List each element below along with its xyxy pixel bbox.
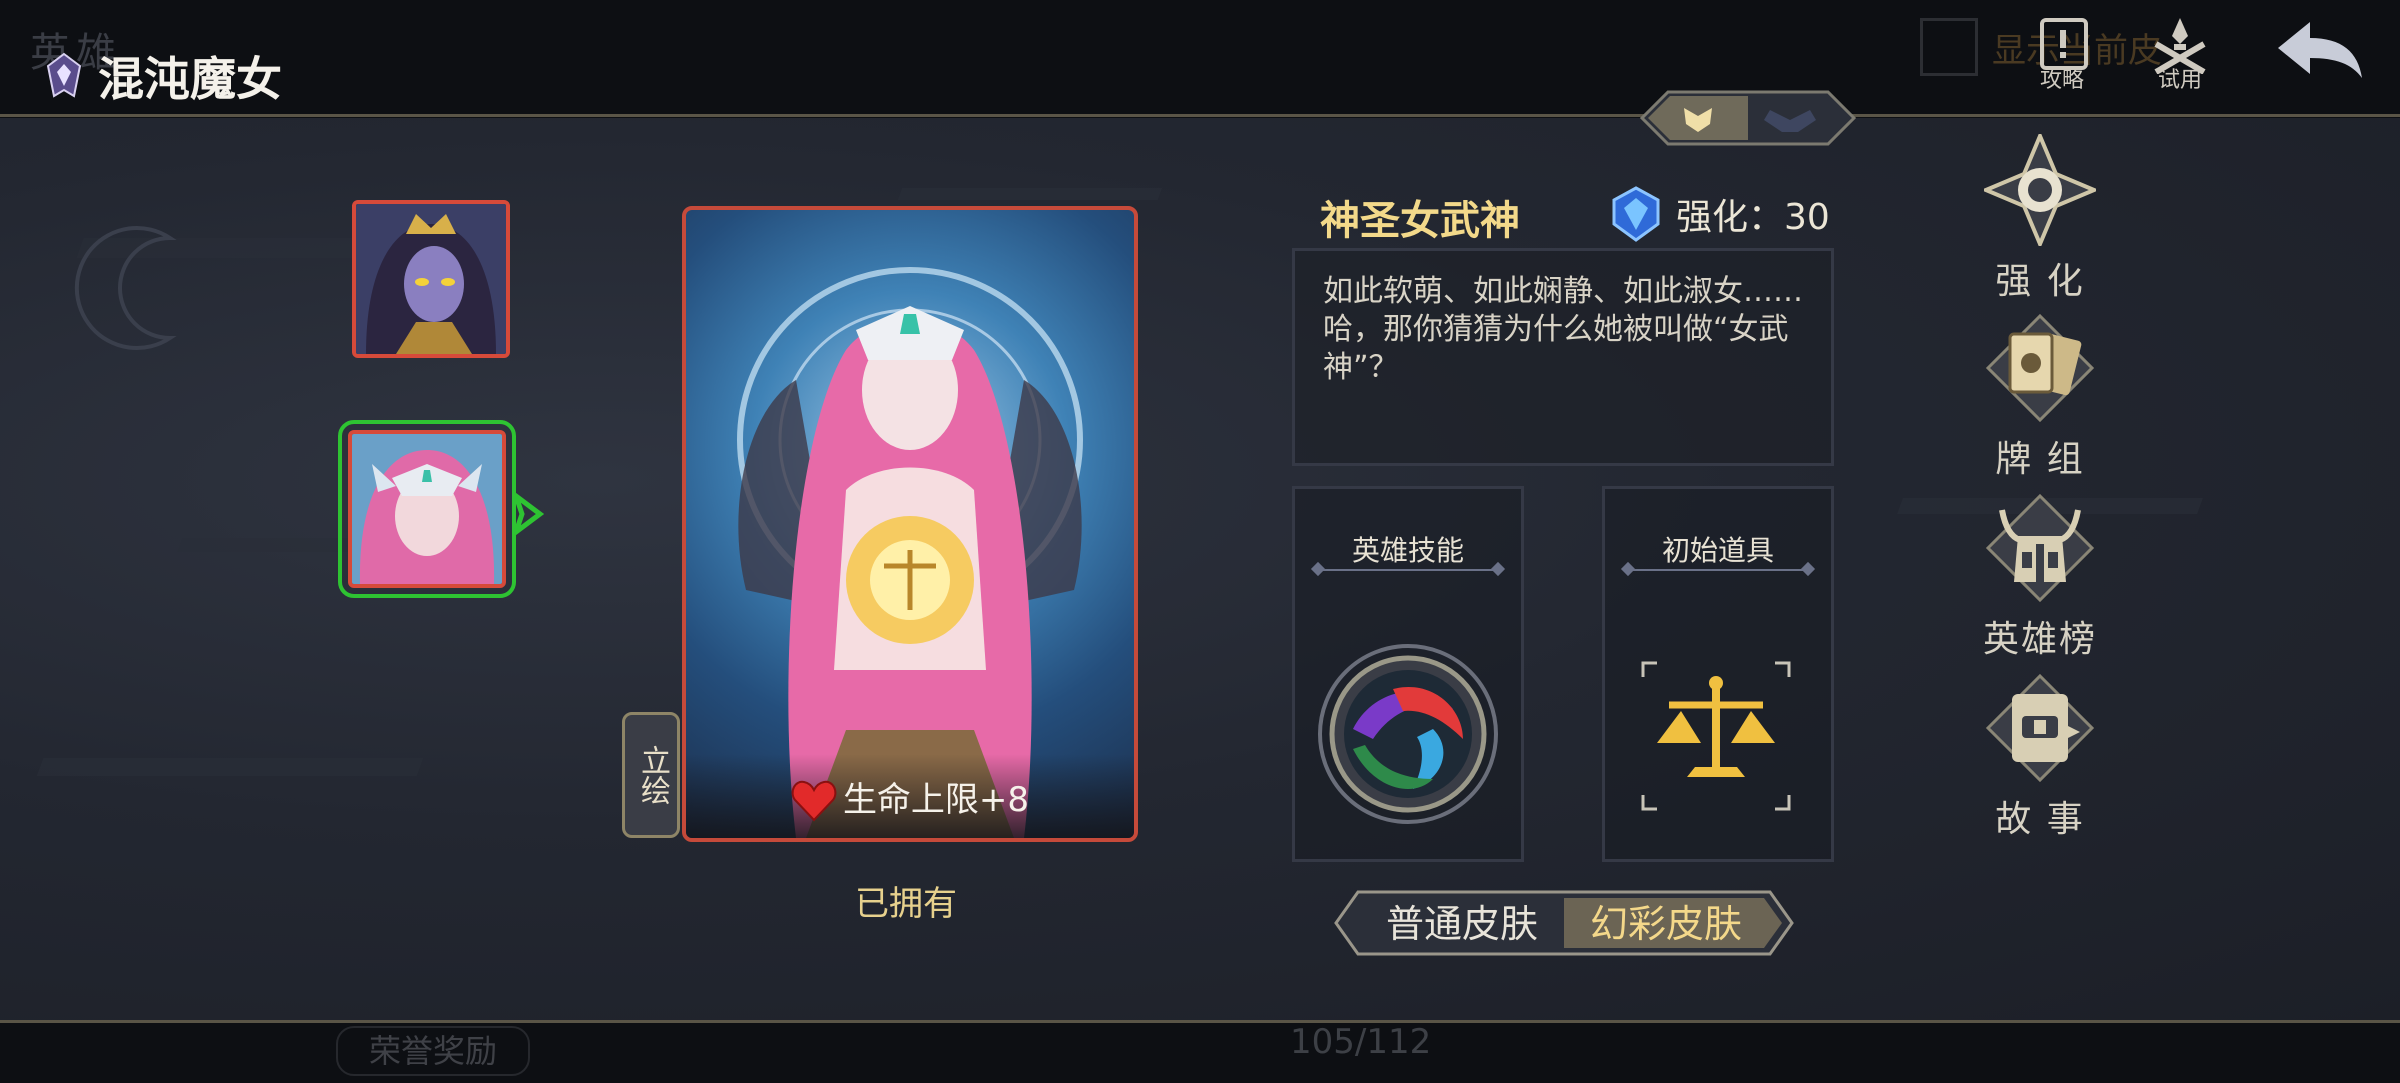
skill-orb-icon <box>1318 644 1498 824</box>
menu-story-label: 故 事 <box>1995 799 2085 840</box>
page-counter: 105/112 <box>1290 1022 1432 1062</box>
heart-icon <box>791 780 837 822</box>
normal-skin-tab[interactable]: 普通皮肤 <box>1378 898 1546 950</box>
hero-name: 混沌魔女 <box>98 52 282 106</box>
skin-description: 如此软萌、如此娴静、如此淑女……哈，那你猜猜为什么她被叫做“女武神”？ <box>1323 274 1803 385</box>
skin-card: 生命上限+8 <box>682 206 1138 842</box>
hero-title: 混沌魔女 <box>44 48 282 106</box>
view-mode-toggle[interactable] <box>1640 90 1856 146</box>
portrait-art <box>356 204 506 354</box>
strategy-button[interactable]: 攻略 <box>2012 14 2112 94</box>
hero-skill-title: 英雄技能 <box>1351 534 1464 567</box>
trial-button[interactable]: 试用 <box>2130 14 2230 94</box>
view-art-button[interactable]: 立绘 <box>622 712 680 838</box>
filter-checkbox[interactable] <box>1920 18 1978 76</box>
trial-label: 试用 <box>2157 68 2202 93</box>
scales-icon <box>1641 661 1791 811</box>
hero-portrait-valkyrie-selected[interactable] <box>338 420 516 598</box>
honor-reward-button[interactable]: 荣誉奖励 <box>336 1026 530 1076</box>
selected-indicator-arrow <box>512 492 544 536</box>
back-arrow-icon[interactable] <box>2270 14 2370 84</box>
skin-description-box: 如此软萌、如此娴静、如此淑女……哈，那你猜猜为什么她被叫做“女武神”？ <box>1292 248 1834 466</box>
divider <box>1317 569 1499 571</box>
moon-decoration <box>74 226 177 350</box>
hero-portrait-default[interactable] <box>352 200 510 358</box>
ownership-status: 已拥有 <box>855 884 957 924</box>
menu-ranking-button[interactable]: 英雄榜 <box>1970 492 2110 672</box>
faction-icon <box>46 52 82 98</box>
enhance-level: 强化：30 <box>1610 186 1830 242</box>
fancy-skin-tab[interactable]: 幻彩皮肤 <box>1566 898 1766 950</box>
enhance-text: 强化：30 <box>1676 197 1830 238</box>
portrait-art <box>352 434 502 584</box>
starting-item-slot[interactable]: 初始道具 <box>1602 486 1834 862</box>
divider <box>1627 569 1809 571</box>
hero-skill-slot[interactable]: 英雄技能 <box>1292 486 1524 862</box>
deck-cards-icon <box>1985 313 2095 423</box>
enhance-star-icon <box>1984 134 2096 246</box>
menu-deck-label: 牌 组 <box>1995 439 2085 480</box>
skin-card-art <box>737 267 1083 838</box>
card-bonus: 生命上限+8 <box>686 772 1134 825</box>
starting-item-title: 初始道具 <box>1661 534 1774 567</box>
skin-name: 神圣女武神 <box>1320 198 1520 244</box>
story-book-icon <box>1985 673 2095 783</box>
menu-story-button[interactable]: 故 事 <box>1970 672 2110 852</box>
enhance-gem-icon <box>1612 186 1660 242</box>
menu-enhance-label: 强 化 <box>1995 261 2085 302</box>
menu-ranking-label: 英雄榜 <box>1982 619 2097 660</box>
strategy-label: 攻略 <box>2039 68 2084 93</box>
top-divider <box>0 114 2400 117</box>
card-bonus-text: 生命上限+8 <box>842 779 1030 820</box>
menu-deck-button[interactable]: 牌 组 <box>1970 312 2110 492</box>
menu-enhance-button[interactable]: 强 化 <box>1970 134 2110 314</box>
ranking-helmet-icon <box>1985 493 2095 603</box>
